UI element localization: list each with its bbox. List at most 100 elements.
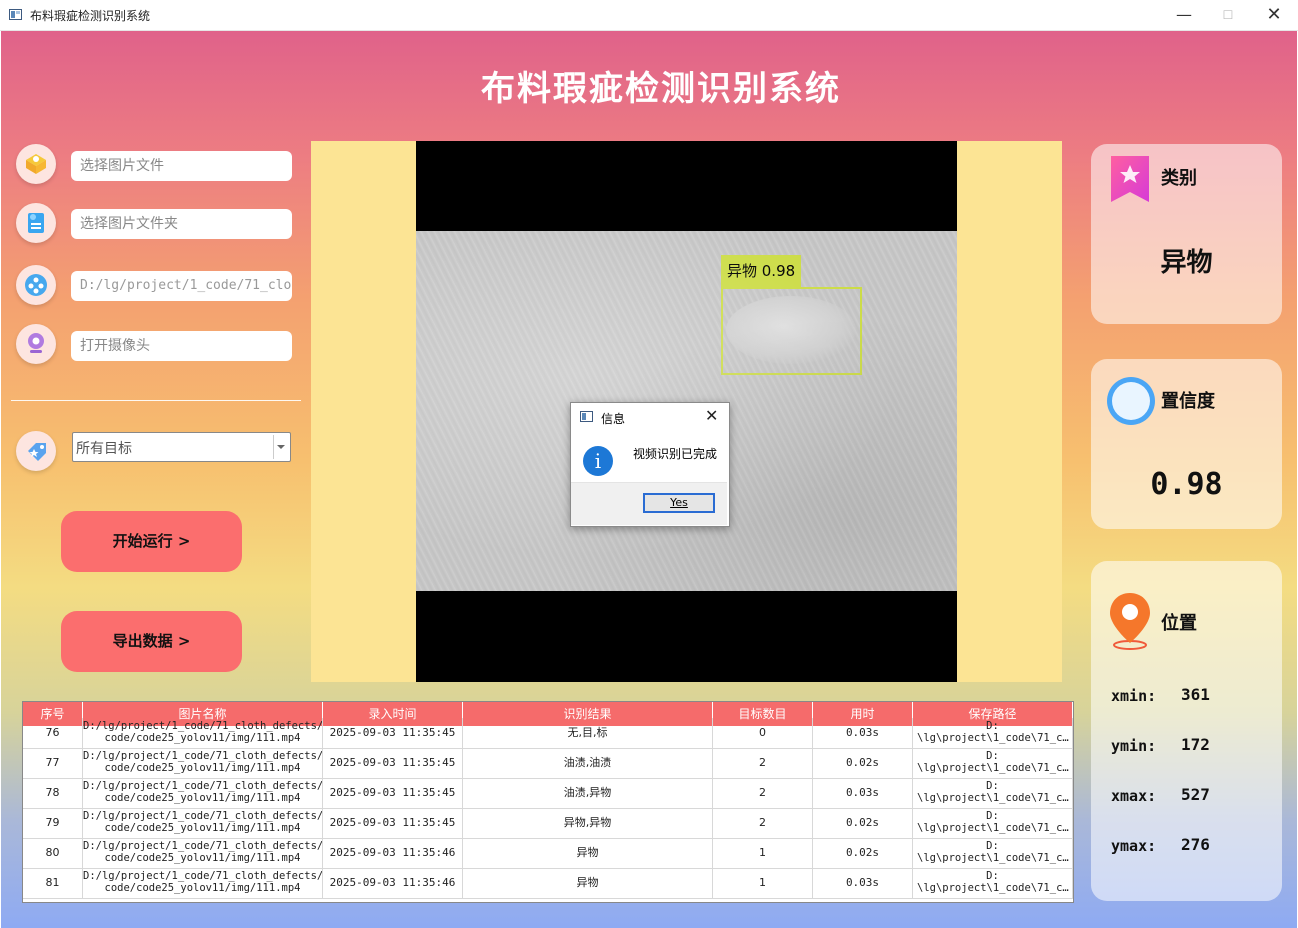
cell-name-line2: code/code25_yolov11/img/111.mp4 xyxy=(104,732,301,744)
cell-id: 81 xyxy=(23,868,83,898)
image-folder-icon[interactable] xyxy=(16,203,56,243)
left-divider xyxy=(11,400,301,401)
cell-name-line2: code/code25_yolov11/img/111.mp4 xyxy=(104,792,301,804)
cell-path-line1: D: xyxy=(986,720,999,732)
cell-duration: 0.03s xyxy=(813,778,913,808)
table-row[interactable]: 76 D:/lg/project/1_code/71_cloth_defects/… xyxy=(23,718,1073,749)
table-row[interactable]: 77 D:/lg/project/1_code/71_cloth_defects/… xyxy=(23,748,1073,779)
cell-path-line2: \lg\project\1_code\71_c… xyxy=(917,852,1069,864)
cell-id: 78 xyxy=(23,778,83,808)
xmax-value: 527 xyxy=(1181,785,1210,804)
cell-name-line1: D:/lg/project/1_code/71_cloth_defects/ xyxy=(83,750,323,762)
dialog-title: 信息 xyxy=(601,412,626,426)
dialog-app-icon xyxy=(580,411,593,422)
cell-count: 1 xyxy=(713,868,813,898)
cell-time: 2025-09-03 11:35:46 xyxy=(323,868,463,898)
maximize-icon[interactable]: ☐ xyxy=(1208,4,1248,26)
cell-name-line2: code/code25_yolov11/img/111.mp4 xyxy=(104,762,301,774)
cell-count: 2 xyxy=(713,808,813,838)
table-row[interactable]: 79 D:/lg/project/1_code/71_cloth_defects/… xyxy=(23,808,1073,839)
cell-count: 1 xyxy=(713,838,813,868)
class-value: 异物 xyxy=(1160,248,1213,278)
chevron-down-icon[interactable] xyxy=(273,435,288,459)
image-file-icon[interactable] xyxy=(16,144,56,184)
location-pin-icon xyxy=(1110,593,1150,650)
dialog-close-icon[interactable]: ✕ xyxy=(705,406,718,425)
dialog-footer: Yes xyxy=(571,482,727,525)
cell-path-line2: \lg\project\1_code\71_c… xyxy=(917,792,1069,804)
cell-count: 0 xyxy=(713,718,813,748)
ymax-value: 276 xyxy=(1181,835,1210,854)
xmin-value: 361 xyxy=(1181,685,1210,704)
cell-name-line2: code/code25_yolov11/img/111.mp4 xyxy=(104,852,301,864)
window-title: 布料瑕疵检测识别系统 xyxy=(30,9,151,23)
cell-name: D:/lg/project/1_code/71_cloth_defects/co… xyxy=(83,748,323,778)
cell-id: 80 xyxy=(23,838,83,868)
target-select[interactable]: 所有目标 xyxy=(72,432,291,462)
cell-name: D:/lg/project/1_code/71_cloth_defects/co… xyxy=(83,808,323,838)
confidence-title: 置信度 xyxy=(1161,391,1215,412)
table-row[interactable]: 81 D:/lg/project/1_code/71_cloth_defects/… xyxy=(23,868,1073,899)
table-row[interactable]: 78 D:/lg/project/1_code/71_cloth_defects/… xyxy=(23,778,1073,809)
class-card: 类别 异物 xyxy=(1091,144,1282,324)
ymin-value: 172 xyxy=(1181,735,1210,754)
cell-duration: 0.02s xyxy=(813,838,913,868)
cell-path: D: \lg\project\1_code\71_c… xyxy=(913,748,1073,778)
cell-name: D:/lg/project/1_code/71_cloth_defects/co… xyxy=(83,718,323,748)
close-icon[interactable]: ✕ xyxy=(1254,4,1294,26)
cell-time: 2025-09-03 11:35:45 xyxy=(323,748,463,778)
cell-path-line1: D: xyxy=(986,810,999,822)
table-row[interactable]: 80 D:/lg/project/1_code/71_cloth_defects/… xyxy=(23,838,1073,869)
cell-name: D:/lg/project/1_code/71_cloth_defects/co… xyxy=(83,868,323,898)
run-button[interactable]: 开始运行 > xyxy=(61,511,242,572)
app-body: 布料瑕疵检测识别系统 选择图片文件 选择图片文件夹 D:/lg/project/… xyxy=(1,31,1297,928)
cell-result: 异物,异物 xyxy=(463,808,713,838)
target-tag-icon xyxy=(16,431,56,471)
cell-result: 异物 xyxy=(463,838,713,868)
image-file-input[interactable]: 选择图片文件 xyxy=(71,151,292,181)
xmin-label: xmin: xyxy=(1111,687,1157,705)
cell-path-line2: \lg\project\1_code\71_c… xyxy=(917,732,1069,744)
cell-name-line1: D:/lg/project/1_code/71_cloth_defects/ xyxy=(83,720,323,732)
cell-name-line1: D:/lg/project/1_code/71_cloth_defects/ xyxy=(83,870,323,882)
cell-id: 79 xyxy=(23,808,83,838)
cell-path-line1: D: xyxy=(986,840,999,852)
cell-path: D: \lg\project\1_code\71_c… xyxy=(913,718,1073,748)
ymax-label: ymax: xyxy=(1111,837,1157,855)
cell-path-line2: \lg\project\1_code\71_c… xyxy=(917,762,1069,774)
cell-result: 异物 xyxy=(463,868,713,898)
cell-result: 油渍,异物 xyxy=(463,778,713,808)
yes-button[interactable]: Yes xyxy=(643,493,715,513)
detection-label: 异物 0.98 xyxy=(721,255,802,287)
window-titlebar: 布料瑕疵检测识别系统 — ☐ ✕ xyxy=(0,0,1298,31)
export-button[interactable]: 导出数据 > xyxy=(61,611,242,672)
minimize-icon[interactable]: — xyxy=(1164,4,1204,26)
cell-name-line1: D:/lg/project/1_code/71_cloth_defects/ xyxy=(83,840,323,852)
cell-name-line2: code/code25_yolov11/img/111.mp4 xyxy=(104,822,301,834)
ymin-label: ymin: xyxy=(1111,737,1157,755)
cell-time: 2025-09-03 11:35:45 xyxy=(323,718,463,748)
cell-time: 2025-09-03 11:35:45 xyxy=(323,808,463,838)
cell-path: D: \lg\project\1_code\71_c… xyxy=(913,808,1073,838)
cell-result: 油渍,油渍 xyxy=(463,748,713,778)
cell-duration: 0.03s xyxy=(813,718,913,748)
defect-spot xyxy=(726,296,856,364)
cell-name-line1: D:/lg/project/1_code/71_cloth_defects/ xyxy=(83,810,323,822)
confidence-circle-icon xyxy=(1107,377,1155,425)
cell-count: 2 xyxy=(713,778,813,808)
target-select-value: 所有目标 xyxy=(76,441,132,457)
cell-path-line1: D: xyxy=(986,780,999,792)
results-table[interactable]: 序号 图片名称 录入时间 识别结果 目标数目 用时 保存路径 76 D:/lg/p… xyxy=(22,701,1074,903)
video-path-input[interactable]: D:/lg/project/1_code/71_cloth_defects xyxy=(71,271,292,301)
position-card: 位置 xmin: 361 ymin: 172 xmax: 527 ymax: 2… xyxy=(1091,561,1282,901)
image-folder-input[interactable]: 选择图片文件夹 xyxy=(71,209,292,239)
cell-name-line1: D:/lg/project/1_code/71_cloth_defects/ xyxy=(83,780,323,792)
info-dialog: 信息 ✕ i 视频识别已完成 Yes xyxy=(570,402,730,527)
camera-input[interactable]: 打开摄像头 xyxy=(71,331,292,361)
cell-time: 2025-09-03 11:35:45 xyxy=(323,778,463,808)
cell-path: D: \lg\project\1_code\71_c… xyxy=(913,838,1073,868)
video-icon[interactable] xyxy=(16,265,56,305)
camera-icon[interactable] xyxy=(16,324,56,364)
class-title: 类别 xyxy=(1161,168,1197,189)
cell-count: 2 xyxy=(713,748,813,778)
